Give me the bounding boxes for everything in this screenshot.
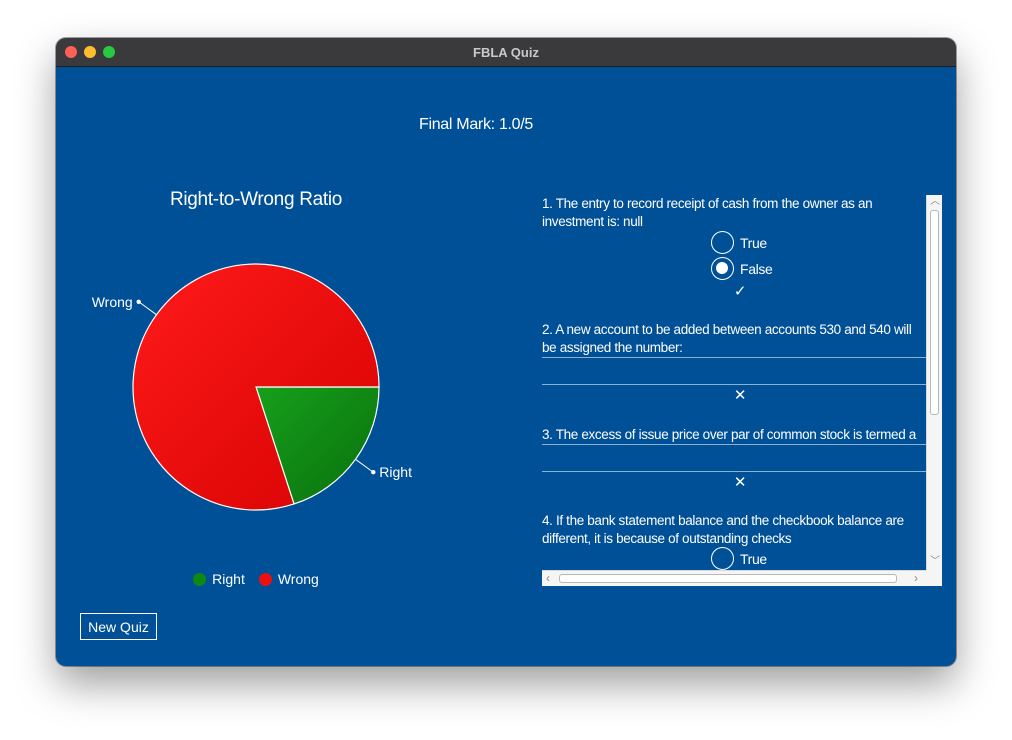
- question-3-text: 3. The excess of issue price over par of…: [542, 427, 916, 442]
- cross-icon: ✕: [733, 474, 747, 491]
- pie-leader-line-wrong: [138, 301, 157, 316]
- chevron-down-icon[interactable]: ﹀: [930, 557, 940, 567]
- app-window: FBLA Quiz Final Mark: 1.0/5 Right-to-Wro…: [56, 38, 956, 666]
- chevron-right-icon[interactable]: ›: [914, 572, 918, 584]
- chevron-up-icon[interactable]: ︿: [930, 197, 940, 207]
- radio-button[interactable]: [711, 231, 734, 254]
- question-1-text-line2: investment is: null: [542, 214, 643, 229]
- question-4-option-true[interactable]: True: [711, 547, 767, 570]
- horizontal-scroll-thumb[interactable]: [559, 574, 897, 583]
- option-label: True: [740, 234, 767, 251]
- new-quiz-button[interactable]: New Quiz: [80, 613, 157, 640]
- question-2-text-line1: 2. A new account to be added between acc…: [542, 322, 912, 337]
- pie-leader-dot-right: [371, 470, 376, 475]
- pie-leader-dot-wrong: [136, 299, 141, 304]
- pie-label-wrong: Wrong: [92, 294, 133, 310]
- chart-legend: Right Wrong: [56, 571, 456, 587]
- question-1-option-true[interactable]: True: [711, 231, 767, 254]
- option-label: False: [740, 260, 773, 277]
- vertical-scrollbar[interactable]: ︿ ﹀: [926, 195, 942, 570]
- radio-button[interactable]: [711, 547, 734, 570]
- questions-list: 1. The entry to record receipt of cash f…: [542, 195, 926, 570]
- option-label: True: [740, 550, 767, 567]
- question-2-answer-field[interactable]: [542, 357, 926, 385]
- question-3-answer-field[interactable]: [542, 444, 926, 472]
- questions-scroll-pane[interactable]: 1. The entry to record receipt of cash f…: [542, 195, 942, 586]
- check-icon: ✓: [733, 283, 747, 300]
- legend-swatch-right: [193, 572, 207, 586]
- legend-label-right: Right: [212, 571, 245, 587]
- legend-label-wrong: Wrong: [277, 571, 319, 587]
- question-1-text-line1: 1. The entry to record receipt of cash f…: [542, 196, 873, 211]
- pie-chart: Right Wrong: [92, 263, 412, 511]
- pie-leader-line-right: [355, 458, 374, 473]
- pie-label-right: Right: [379, 464, 412, 480]
- scrollbar-corner: [926, 570, 942, 586]
- vertical-scroll-thumb[interactable]: [930, 210, 939, 415]
- legend-item-right: Right: [193, 571, 245, 587]
- question-2-text-line2: be assigned the number:: [542, 340, 683, 355]
- legend-swatch-wrong: [258, 572, 272, 586]
- question-4-text-line2: different, it is because of outstanding …: [542, 531, 792, 546]
- horizontal-scrollbar[interactable]: ‹ ›: [542, 570, 926, 586]
- legend-item-wrong: Wrong: [258, 571, 319, 587]
- question-1-option-false[interactable]: False: [711, 257, 773, 280]
- question-4-text-line1: 4. If the bank statement balance and the…: [542, 513, 904, 528]
- cross-icon: ✕: [733, 387, 747, 404]
- radio-button-selected[interactable]: [711, 257, 734, 280]
- chevron-left-icon[interactable]: ‹: [546, 572, 550, 584]
